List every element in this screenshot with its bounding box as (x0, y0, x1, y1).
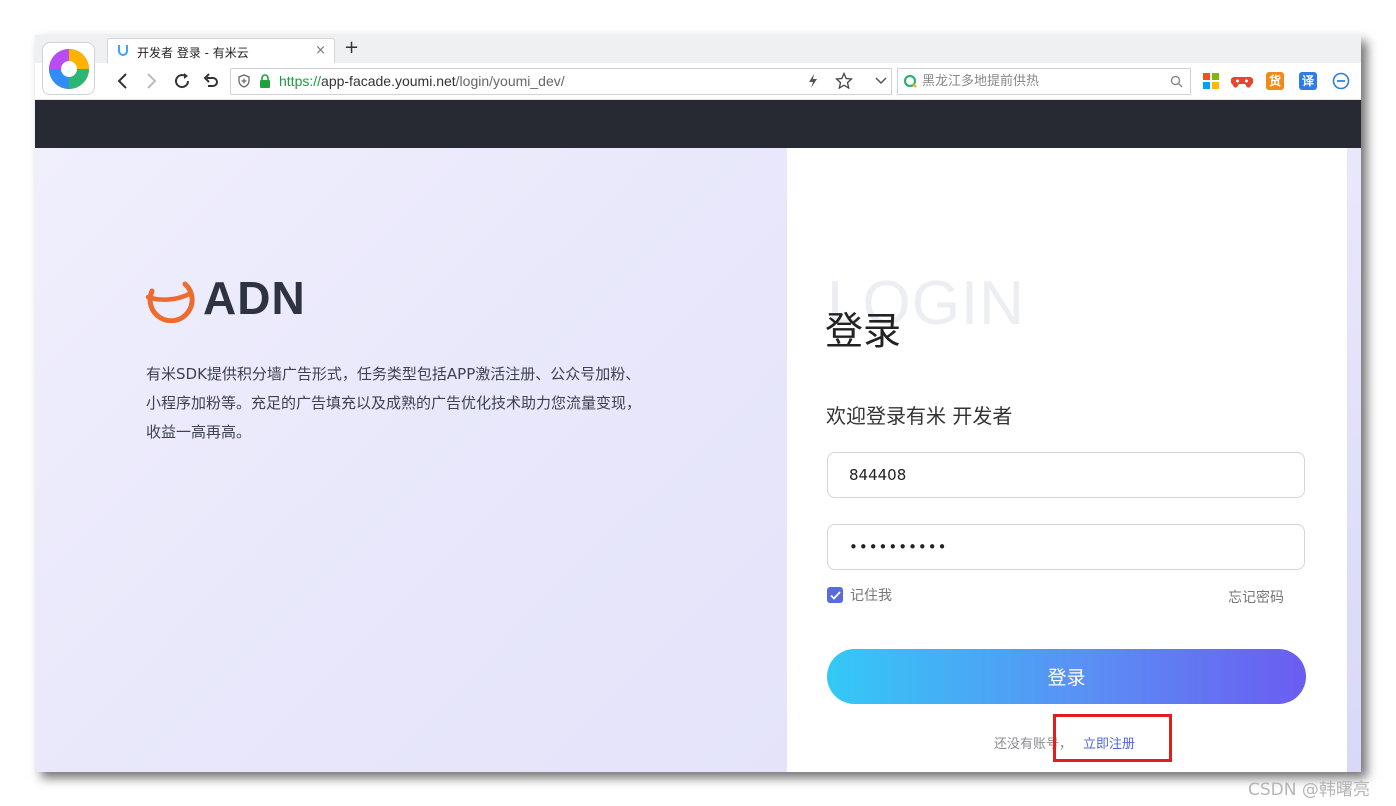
apps-grid-icon[interactable] (1202, 72, 1220, 90)
star-icon[interactable] (835, 72, 853, 90)
lock-icon (260, 74, 270, 88)
goods-extension-icon[interactable]: 货 (1266, 72, 1284, 90)
brand-name: ADN (203, 272, 306, 324)
remember-me-label: 记住我 (850, 588, 892, 604)
search-engine-icon (903, 74, 917, 88)
login-button[interactable]: 登录 (827, 649, 1306, 704)
password-field[interactable] (827, 524, 1305, 570)
lightning-icon[interactable] (807, 74, 819, 88)
address-bar[interactable]: https://app-facade.youmi.net/login/youmi… (230, 68, 888, 95)
tab-close-icon[interactable]: × (315, 43, 326, 58)
url-text: https://app-facade.youmi.net/login/youmi… (279, 73, 565, 89)
address-dropdown-button[interactable] (871, 68, 892, 95)
chevron-down-icon (875, 77, 887, 85)
url-host: app-facade.youmi.net (321, 73, 456, 89)
login-title: 登录 (825, 309, 902, 353)
game-controller-icon[interactable] (1231, 72, 1253, 90)
minus-circle-icon[interactable] (1332, 72, 1350, 90)
intro-panel: ADN 有米SDK提供积分墙广告形式，任务类型包括APP激活注册、公众号加粉、小… (35, 148, 787, 772)
browser-logo-icon[interactable] (42, 42, 95, 95)
back-icon[interactable] (113, 71, 133, 91)
welcome-text: 欢迎登录有米 开发者 (826, 404, 1013, 428)
site-header (35, 100, 1361, 148)
search-box[interactable] (897, 68, 1191, 95)
search-icon[interactable] (1170, 75, 1183, 88)
tab-bar: 开发者 登录 - 有米云 × + (35, 35, 1361, 64)
translate-icon[interactable]: 译 (1299, 72, 1317, 90)
checkmark-icon (829, 590, 841, 600)
username-field[interactable] (827, 452, 1305, 498)
browser-swirl-icon (48, 48, 89, 89)
browser-window: 开发者 登录 - 有米云 × + https://app-facade.youm… (35, 35, 1361, 772)
right-edge-background (1347, 148, 1361, 772)
checkbox-checked-icon[interactable] (827, 587, 843, 603)
new-tab-button[interactable]: + (344, 37, 359, 58)
refresh-icon[interactable] (172, 71, 192, 91)
url-protocol: https:// (279, 73, 322, 89)
remember-me-checkbox[interactable]: 记住我 (827, 586, 892, 604)
browser-tab[interactable]: 开发者 登录 - 有米云 × (107, 38, 335, 64)
login-card: LOGIN 登录 欢迎登录有米 开发者 记住我 忘记密码 登录 还没有账号， 立… (787, 148, 1347, 772)
brand-description: 有米SDK提供积分墙广告形式，任务类型包括APP激活注册、公众号加粉、小程序加粉… (146, 365, 642, 441)
csdn-watermark: CSDN @韩曙亮 (1248, 780, 1370, 800)
youmi-favicon-icon (118, 45, 128, 56)
forward-icon[interactable] (141, 71, 161, 91)
forgot-password-link[interactable]: 忘记密码 (1228, 587, 1284, 607)
address-toolbar: https://app-facade.youmi.net/login/youmi… (35, 63, 1361, 100)
undo-close-icon[interactable] (201, 71, 221, 91)
url-path: /login/youmi_dev/ (455, 73, 565, 89)
adn-logo-icon (145, 281, 195, 323)
page-content: ADN 有米SDK提供积分墙广告形式，任务类型包括APP激活注册、公众号加粉、小… (35, 100, 1361, 772)
annotation-highlight-box (1053, 714, 1172, 762)
search-input[interactable] (922, 72, 1152, 90)
shield-icon[interactable] (237, 74, 251, 88)
tab-title: 开发者 登录 - 有米云 (137, 46, 249, 60)
